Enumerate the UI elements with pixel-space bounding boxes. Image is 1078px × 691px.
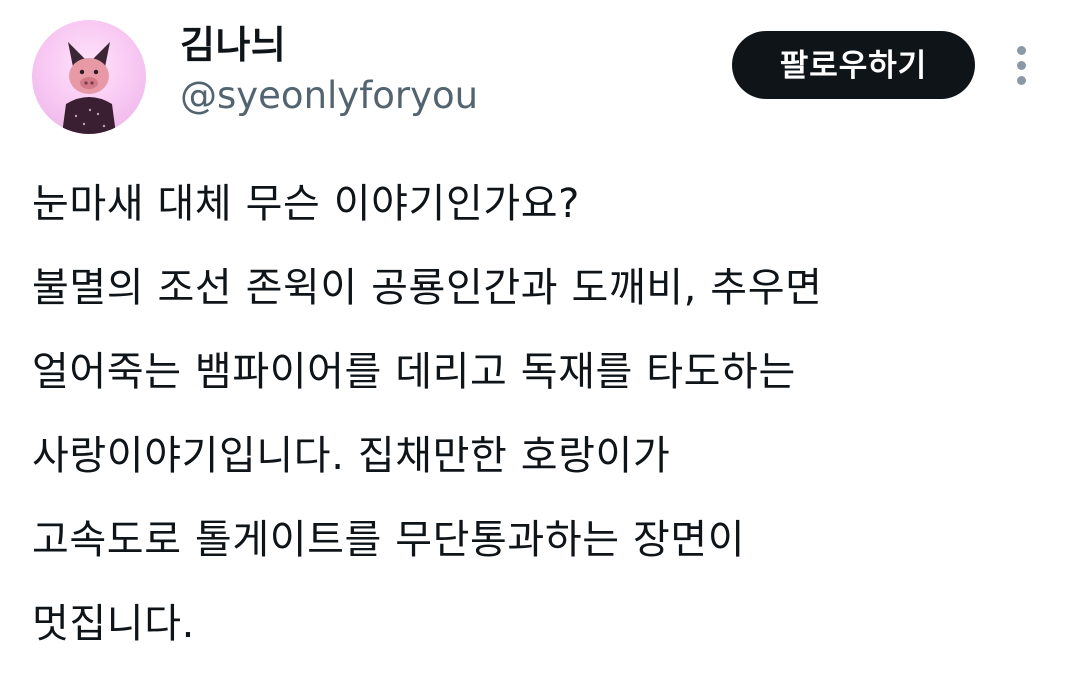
tweet-text: 눈마새 대체 무슨 이야기인가요? 불멸의 조선 존윅이 공룡인간과 도깨비, …	[32, 162, 1052, 666]
more-options-dot	[1017, 76, 1026, 85]
tweet-text-line: 얼어죽는 뱀파이어를 데리고 독재를 타도하는	[32, 349, 796, 395]
more-options-dot	[1017, 46, 1026, 55]
tweet-card: 김나늬 @syeonlyforyou 팔로우하기 눈마새 대체 무슨 이야기인가…	[0, 0, 1078, 691]
author-names: 김나늬 @syeonlyforyou	[180, 22, 478, 118]
more-options-dot	[1017, 61, 1026, 70]
follow-button[interactable]: 팔로우하기	[732, 31, 975, 99]
author-display-name[interactable]: 김나늬	[180, 22, 478, 68]
tweet-text-line: 사랑이야기입니다. 집채만한 호랑이가	[32, 433, 671, 479]
avatar[interactable]	[32, 20, 146, 134]
tweet-header: 김나늬 @syeonlyforyou 팔로우하기	[0, 0, 1078, 150]
author-handle[interactable]: @syeonlyforyou	[180, 74, 478, 118]
tweet-text-line: 멋집니다.	[32, 601, 195, 647]
tweet-text-line: 고속도로 톨게이트를 무단통과하는 장면이	[32, 517, 746, 563]
tweet-text-line: 불멸의 조선 존윅이 공룡인간과 도깨비, 추우면	[32, 265, 823, 311]
tweet-text-line: 눈마새 대체 무슨 이야기인가요?	[32, 181, 580, 227]
pig-character-icon	[62, 42, 116, 134]
more-options-icon[interactable]	[1004, 42, 1040, 90]
